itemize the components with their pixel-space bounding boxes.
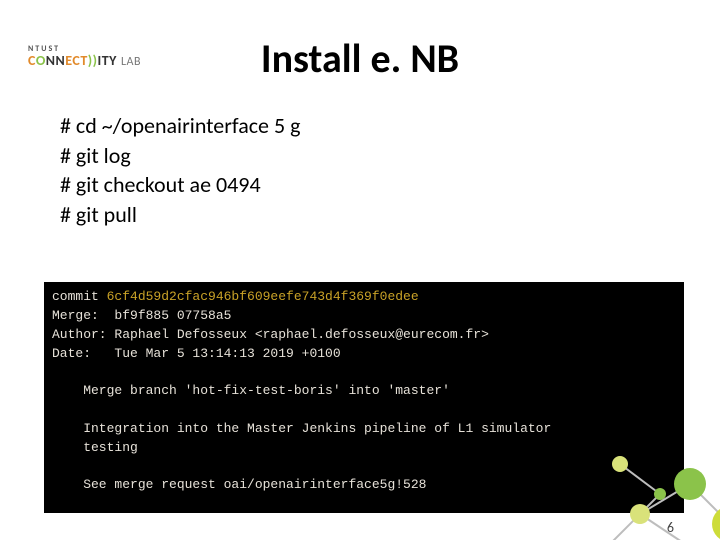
terminal-author: Author: Raphael Defosseux <raphael.defos… (52, 326, 676, 345)
command-line: # cd ~/openairinterface 5 g (60, 111, 720, 141)
logo: NTUST CONNECT))ITYLAB (28, 44, 141, 69)
commit-hash: 6cf4d59d2cfac946bf609eefe743d4f369f0edee (107, 289, 419, 304)
logo-o: O (36, 52, 46, 69)
terminal-merge: Merge: bf9f885 07758a5 (52, 307, 676, 326)
command-line: # git checkout ae 0494 (60, 170, 720, 200)
terminal-blank (52, 401, 676, 420)
terminal-msg: Merge branch 'hot-fix-test-boris' into '… (52, 382, 676, 401)
terminal-msg: testing (52, 439, 676, 458)
terminal-msg: See merge request oai/openairinterface5g… (52, 476, 676, 495)
logo-ity: ITY (98, 52, 117, 69)
logo-nn: NN (46, 52, 65, 69)
command-list: # cd ~/openairinterface 5 g # git log # … (60, 111, 720, 230)
terminal-commit: commit 6cf4d59d2cfac946bf609eefe743d4f36… (52, 288, 676, 307)
terminal-blank (52, 363, 676, 382)
command-line: # git log (60, 141, 720, 171)
wifi-icon: )) (88, 52, 98, 69)
terminal-blank (52, 458, 676, 477)
slide: NTUST CONNECT))ITYLAB Install e. NB # cd… (0, 34, 720, 540)
terminal-msg: Integration into the Master Jenkins pipe… (52, 420, 676, 439)
page-number: 6 (667, 519, 674, 536)
logo-c: C (28, 52, 36, 69)
terminal-output: commit 6cf4d59d2cfac946bf609eefe743d4f36… (44, 282, 684, 513)
logo-ect: ECT (65, 52, 88, 69)
logo-lab: LAB (121, 55, 141, 69)
command-line: # git pull (60, 200, 720, 230)
terminal-date: Date: Tue Mar 5 13:14:13 2019 +0100 (52, 345, 676, 364)
